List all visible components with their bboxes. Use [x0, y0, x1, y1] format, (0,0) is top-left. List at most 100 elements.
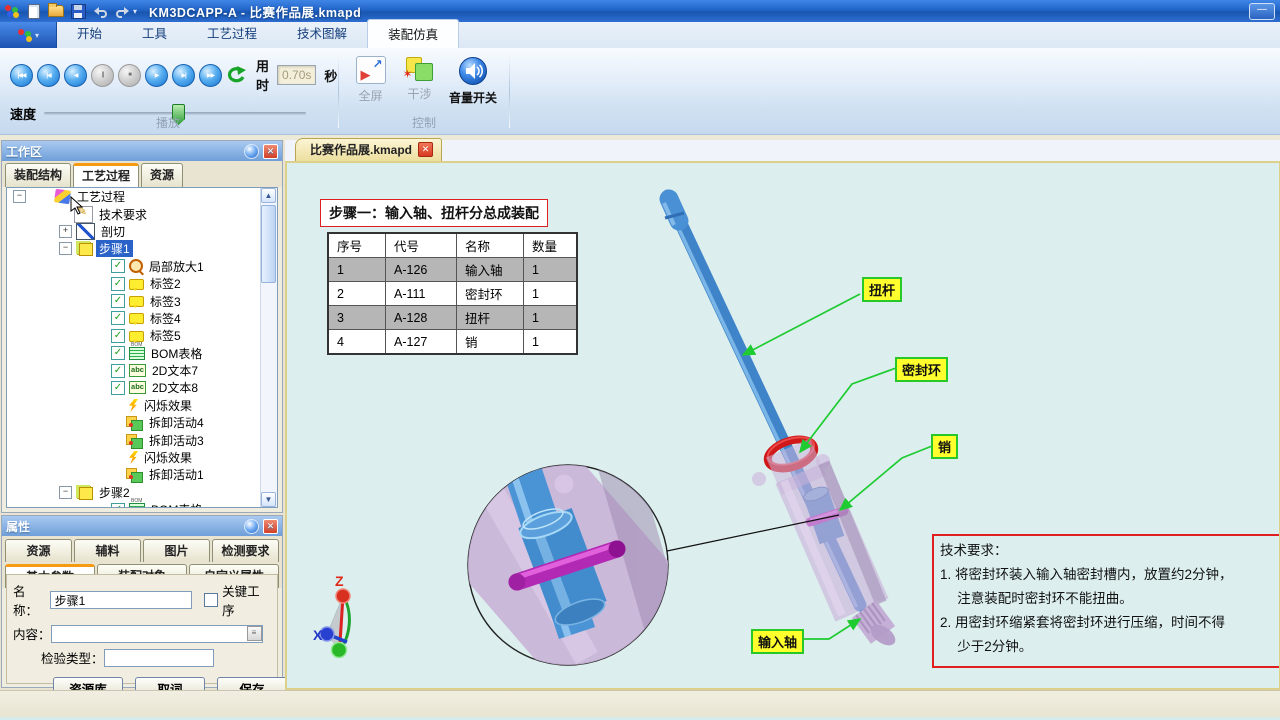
tree-item[interactable]: 拆卸活动3: [7, 431, 277, 448]
visibility-checkbox[interactable]: ✓: [111, 277, 125, 291]
expander-icon[interactable]: −: [13, 190, 26, 203]
scrollbar-thumb[interactable]: [261, 205, 276, 283]
visibility-checkbox[interactable]: ✓: [111, 329, 125, 343]
tree-item[interactable]: ✓abc2D文本8: [7, 379, 277, 396]
skip-to-start-button[interactable]: |◀◀: [10, 64, 33, 87]
undo-button[interactable]: [91, 3, 109, 19]
play-backward-button[interactable]: ◀: [64, 64, 87, 87]
visibility-checkbox[interactable]: ✓: [111, 503, 125, 508]
tag-icon: [129, 296, 144, 307]
bom-cell: 1: [524, 330, 578, 355]
pause-button[interactable]: ||: [91, 64, 114, 87]
3d-viewport[interactable]: Z X 步骤一：输入轴、扭杆分总成装配 序号代号名称数量1A-126输入轴12A…: [285, 161, 1280, 690]
properties-tab-检测要求[interactable]: 检测要求: [212, 539, 279, 562]
tree-item-label: 2D文本8: [149, 379, 201, 396]
close-panel-icon[interactable]: ✕: [263, 144, 278, 159]
interference-button[interactable]: ✶ 干涉: [398, 54, 441, 106]
visibility-checkbox[interactable]: ✓: [111, 259, 125, 273]
tree-item[interactable]: 拆卸活动1: [7, 466, 277, 483]
content-input[interactable]: [51, 625, 263, 643]
application-menu-button[interactable]: ▾: [0, 22, 57, 48]
step-backward-button[interactable]: |◀: [37, 64, 60, 87]
visibility-checkbox[interactable]: ✓: [111, 381, 125, 395]
volume-toggle-button[interactable]: 音量开关: [447, 54, 499, 106]
ribbon-tab-技术图解[interactable]: 技术图解: [277, 19, 367, 48]
expander-icon[interactable]: +: [59, 225, 72, 238]
tree-item[interactable]: 闪烁效果: [7, 397, 277, 414]
ribbon-tab-装配仿真[interactable]: 装配仿真: [367, 19, 459, 48]
redo-button[interactable]: [113, 3, 131, 19]
tree-item[interactable]: ✓标签2: [7, 275, 277, 292]
properties-tab-图片[interactable]: 图片: [143, 539, 210, 562]
technical-requirements-box: 技术要求：1. 将密封环装入输入轴密封槽内，放置约2分钟， 注意装配时密封环不能…: [932, 534, 1280, 668]
properties-tab-资源[interactable]: 资源: [5, 539, 72, 562]
scroll-down-icon[interactable]: ▼: [261, 492, 276, 507]
tree-item[interactable]: 闪烁效果: [7, 449, 277, 466]
playback-buttons: |◀◀|◀◀||■▶▶|▶▶: [10, 64, 222, 87]
workspace-tab-工艺过程[interactable]: 工艺过程: [73, 163, 139, 187]
app-menu-dropdown-icon: ▾: [35, 31, 39, 40]
tree-item[interactable]: ✓BOM表格: [7, 345, 277, 362]
tree-item[interactable]: ✓局部放大1: [7, 258, 277, 275]
visibility-checkbox[interactable]: ✓: [111, 346, 125, 360]
key-process-checkbox[interactable]: [204, 593, 218, 607]
content-more-icon[interactable]: ≡: [247, 626, 262, 641]
new-document-icon: [28, 4, 40, 19]
name-input[interactable]: 步骤1: [50, 591, 193, 609]
expander-icon[interactable]: −: [59, 242, 72, 255]
save-button[interactable]: [69, 3, 87, 19]
workspace-tab-资源[interactable]: 资源: [141, 163, 183, 187]
tree-item[interactable]: 拆卸活动4: [7, 414, 277, 431]
interference-label: 干涉: [408, 85, 432, 102]
tree-item[interactable]: ✓ 标签3: [7, 292, 277, 309]
open-button[interactable]: [47, 3, 65, 19]
visibility-checkbox[interactable]: ✓: [111, 311, 125, 325]
ribbon-tab-开始[interactable]: 开始: [57, 19, 122, 48]
tree-item[interactable]: −步骤1: [7, 240, 277, 257]
pin-panel-icon[interactable]: [244, 144, 259, 159]
workspace-tab-装配结构[interactable]: 装配结构: [5, 163, 71, 187]
document-close-icon[interactable]: ✕: [418, 142, 433, 157]
bom-cell: 扭杆: [457, 306, 524, 330]
tree-item[interactable]: ✓abc2D文本7: [7, 362, 277, 379]
tree-item[interactable]: 技术要求: [7, 205, 277, 222]
check-type-input[interactable]: [104, 649, 214, 667]
stop-button[interactable]: ■: [118, 64, 141, 87]
expander-icon[interactable]: −: [59, 486, 72, 499]
bom-cell: 1: [328, 258, 386, 282]
fullscreen-button[interactable]: ▶↗ 全屏: [349, 54, 392, 106]
tree-item[interactable]: +剖切: [7, 223, 277, 240]
tree-item[interactable]: ✓ BOM表格: [7, 501, 277, 508]
new-document-button[interactable]: [25, 3, 43, 19]
tree-item-label: BOM表格: [148, 501, 205, 508]
step-forward-button[interactable]: ▶|: [172, 64, 195, 87]
quick-access-dropdown-icon[interactable]: ▾: [133, 7, 137, 16]
tree-item[interactable]: −工艺过程: [7, 188, 277, 205]
scroll-up-icon[interactable]: ▲: [261, 188, 276, 203]
tree-item-label: 拆卸活动3: [146, 432, 207, 449]
x-axis-label: X: [313, 627, 323, 643]
play-group: |◀◀|◀◀||■▶▶|▶▶ 用时 0.70s 秒 速度 播放: [0, 48, 336, 134]
play-button[interactable]: ▶: [145, 64, 168, 87]
visibility-checkbox[interactable]: ✓: [111, 294, 125, 308]
application-window: ▾ KM3DCAPP-A - 比赛作品展.kmapd — ▾ 开始工具工艺过程技…: [0, 0, 1280, 720]
minimize-button[interactable]: —: [1249, 3, 1275, 20]
loop-button[interactable]: [226, 64, 246, 86]
skip-to-end-button[interactable]: ▶▶: [199, 64, 222, 87]
document-tab[interactable]: 比赛作品展.kmapd ✕: [295, 138, 442, 161]
ribbon-tab-工具[interactable]: 工具: [122, 19, 187, 48]
properties-tab-辅料[interactable]: 辅料: [74, 539, 141, 562]
visibility-checkbox[interactable]: ✓: [111, 364, 125, 378]
bom-cell: A-128: [386, 306, 457, 330]
process-tree: ▲ ▼ −工艺过程技术要求+剖切−步骤1✓局部放大1✓标签2✓标签3✓标签4✓标…: [6, 187, 278, 508]
ribbon-tab-工艺过程[interactable]: 工艺过程: [187, 19, 277, 48]
tree-item-label: 标签3: [147, 293, 184, 310]
tree-scrollbar[interactable]: ▲ ▼: [260, 188, 277, 507]
pin-panel-icon[interactable]: [244, 519, 259, 534]
close-panel-icon[interactable]: ✕: [263, 519, 278, 534]
tree-item[interactable]: ✓标签4: [7, 310, 277, 327]
loop-icon: [226, 66, 246, 84]
orientation-triad[interactable]: Z X: [313, 573, 350, 658]
elapsed-time-field[interactable]: 0.70s: [277, 65, 316, 85]
workspace-panel-title: 工作区: [6, 143, 42, 160]
